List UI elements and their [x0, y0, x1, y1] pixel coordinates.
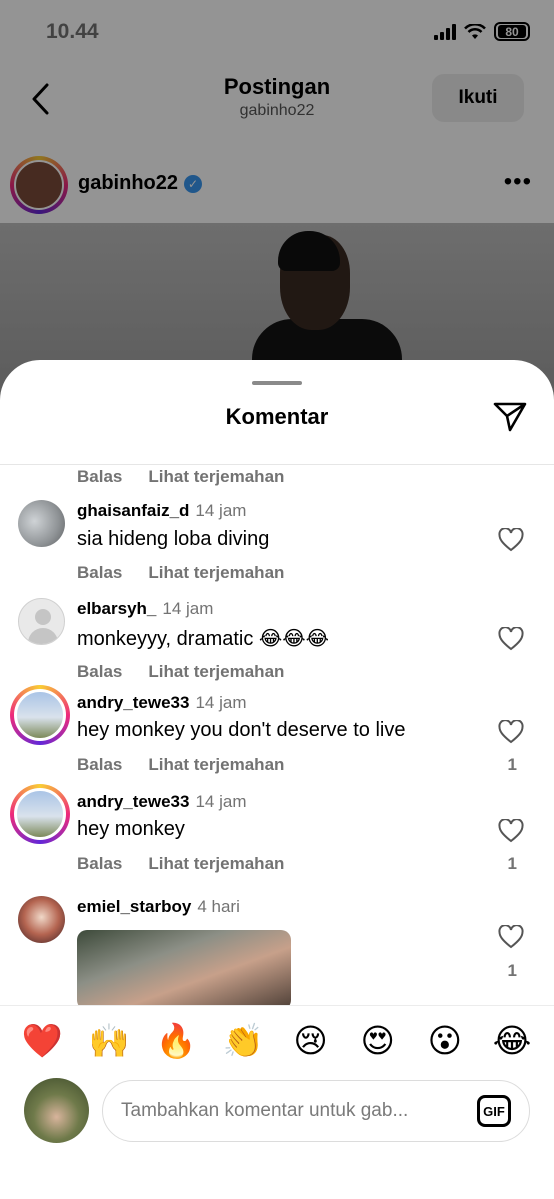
translate-button[interactable]: Lihat terjemahan	[148, 755, 284, 775]
comment-text: sia hideng loba diving	[77, 528, 270, 550]
comment-time: 14 jam	[195, 501, 247, 520]
like-count[interactable]: 1	[508, 854, 517, 874]
heart-icon[interactable]	[498, 819, 524, 843]
avatar[interactable]	[18, 500, 65, 547]
emoji-fire[interactable]: 🔥	[154, 1024, 198, 1057]
comment-time: 14 jam	[162, 599, 214, 618]
heart-icon[interactable]	[498, 627, 524, 651]
reply-button[interactable]: Balas	[77, 662, 122, 682]
comment-text: monkeyyy, dramatic 😂😂😂	[77, 628, 330, 650]
gif-button[interactable]: GIF	[477, 1095, 511, 1127]
comment-username[interactable]: ghaisanfaiz_d	[77, 501, 189, 520]
emoji-heart-eyes[interactable]: 😍	[356, 1024, 400, 1057]
emoji-heart[interactable]: ❤️	[20, 1024, 64, 1057]
avatar[interactable]	[18, 598, 65, 645]
comments-sheet: Komentar Balas Lihat terjemahan ghaisanf…	[0, 360, 554, 1199]
avatar[interactable]	[10, 685, 70, 745]
comment-input-wrapper: GIF	[102, 1080, 530, 1142]
drag-handle[interactable]	[252, 381, 302, 385]
emoji-surprised[interactable]: 😮	[423, 1024, 467, 1057]
like-count[interactable]: 1	[508, 961, 517, 981]
comment-actions: Balas Lihat terjemahan	[77, 467, 284, 487]
comment-username[interactable]: andry_tewe33	[77, 693, 189, 712]
comment-text: hey monkey you don't deserve to live	[77, 719, 406, 741]
comment-username[interactable]: andry_tewe33	[77, 792, 189, 811]
share-icon[interactable]	[492, 400, 528, 434]
emoji-crying[interactable]: 😢	[289, 1024, 333, 1057]
current-user-avatar	[24, 1078, 89, 1143]
comment-composer: GIF	[0, 1078, 554, 1148]
reply-button[interactable]: Balas	[77, 755, 122, 775]
heart-icon[interactable]	[498, 720, 524, 744]
comments-list: Balas Lihat terjemahan ghaisanfaiz_d 14 j…	[0, 465, 554, 1005]
reply-button[interactable]: Balas	[77, 854, 122, 874]
comment-actions: Balas Lihat terjemahan	[77, 662, 284, 682]
comment-actions: Balas Lihat terjemahan	[77, 563, 284, 583]
comment-time: 14 jam	[195, 693, 247, 712]
comment-actions: Balas Lihat terjemahan	[77, 854, 284, 874]
emoji-clap[interactable]: 👏	[221, 1024, 265, 1057]
translate-button[interactable]: Lihat terjemahan	[148, 662, 284, 682]
sheet-title: Komentar	[225, 404, 329, 429]
comment-gif-image[interactable]	[77, 930, 291, 1005]
comment-text: hey monkey	[77, 818, 185, 840]
translate-button[interactable]: Lihat terjemahan	[148, 563, 284, 583]
avatar[interactable]	[18, 896, 65, 943]
comment-time: 14 jam	[195, 792, 247, 811]
heart-icon[interactable]	[498, 528, 524, 552]
like-count[interactable]: 1	[508, 755, 517, 775]
avatar[interactable]	[10, 784, 70, 844]
translate-button[interactable]: Lihat terjemahan	[148, 854, 284, 874]
comment-actions: Balas Lihat terjemahan	[77, 755, 284, 775]
comment-input[interactable]	[121, 1081, 461, 1141]
reply-button[interactable]: Balas	[77, 563, 122, 583]
emoji-raised-hands[interactable]: 🙌	[87, 1024, 131, 1057]
emoji-reaction-bar: ❤️ 🙌 🔥 👏 😢 😍 😮 😂	[0, 1005, 554, 1075]
comment-time: 4 hari	[197, 897, 240, 916]
emoji-laughing[interactable]: 😂	[490, 1024, 534, 1057]
translate-button[interactable]: Lihat terjemahan	[148, 467, 284, 487]
comment-username[interactable]: elbarsyh_	[77, 599, 156, 618]
comment-username[interactable]: emiel_starboy	[77, 897, 191, 916]
reply-button[interactable]: Balas	[77, 467, 122, 487]
heart-icon[interactable]	[498, 925, 524, 949]
